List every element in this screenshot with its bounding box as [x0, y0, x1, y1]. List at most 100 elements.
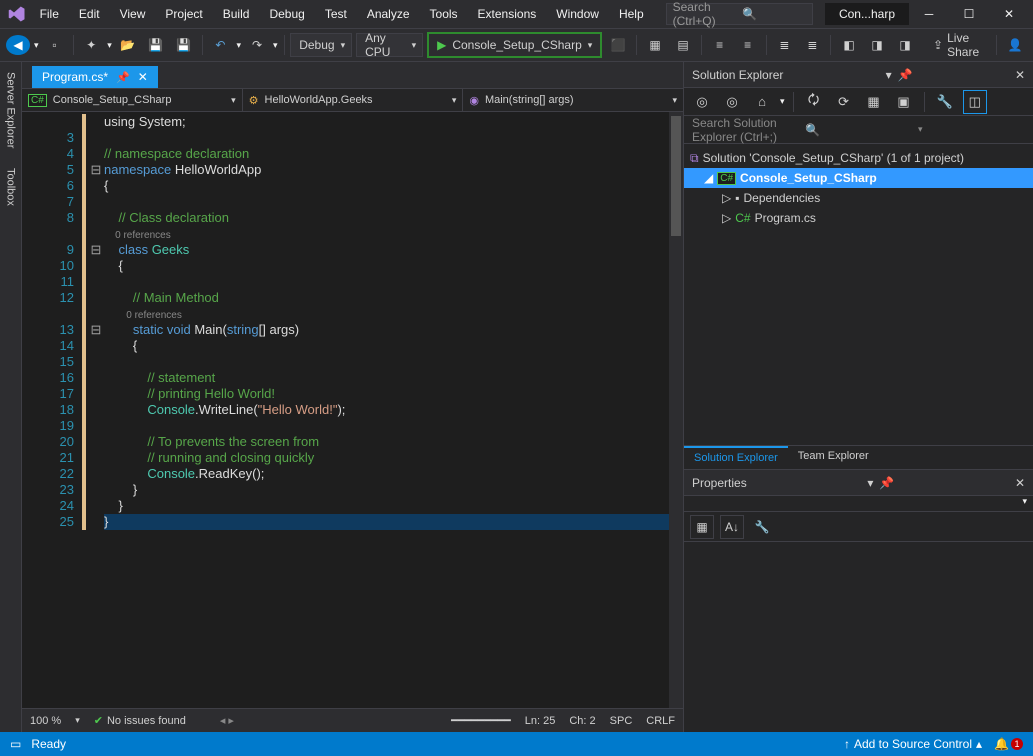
menu-debug[interactable]: Debug [259, 3, 314, 25]
status-icon: ▭ [10, 737, 21, 751]
menu-edit[interactable]: Edit [69, 3, 110, 25]
solution-explorer-tab[interactable]: Solution Explorer [684, 446, 788, 469]
feedback-icon[interactable]: 👤 [1003, 33, 1027, 57]
solution-node[interactable]: ⧉Solution 'Console_Setup_CSharp' (1 of 1… [684, 148, 1033, 168]
nav-project-dropdown[interactable]: C#Console_Setup_CSharp▾ [22, 89, 243, 111]
props-wrench-icon[interactable]: 🔧 [750, 515, 774, 539]
project-node[interactable]: ◢C#Console_Setup_CSharp [684, 168, 1033, 188]
close-panel-icon[interactable]: ✕ [1015, 476, 1025, 490]
dropdown-icon[interactable]: ▾ [886, 68, 892, 82]
expand-icon[interactable]: ◢ [704, 171, 713, 185]
properties-header: Properties ▾ 📌 ✕ [684, 470, 1033, 496]
comment-icon[interactable]: ≣ [772, 33, 796, 57]
next-bookmark-icon[interactable]: ◨ [893, 33, 917, 57]
se-fwd-icon[interactable]: ◎ [720, 90, 744, 114]
se-refresh-icon[interactable]: ⟳ [832, 90, 856, 114]
dropdown-icon[interactable]: ▾ [867, 476, 873, 490]
forward-button[interactable]: ▫ [43, 33, 67, 57]
solution-explorer-search[interactable]: Search Solution Explorer (Ctrl+;) 🔍▾ [684, 116, 1033, 144]
uncomment-icon[interactable]: ≣ [800, 33, 824, 57]
search-icon: 🔍 [805, 123, 912, 137]
undo-button[interactable]: ↶ [208, 33, 232, 57]
editor-scrollbar[interactable] [669, 112, 683, 708]
step-button[interactable]: ⬛ [606, 33, 630, 57]
menu-build[interactable]: Build [213, 3, 260, 25]
save-all-button[interactable]: 💾 [172, 33, 196, 57]
maximize-button[interactable]: ☐ [949, 0, 989, 28]
close-button[interactable]: ✕ [989, 0, 1029, 28]
nav-member-dropdown[interactable]: ◉Main(string[] args)▾ [463, 89, 683, 111]
menu-view[interactable]: View [110, 3, 156, 25]
tool-1-icon[interactable]: ▦ [643, 33, 667, 57]
expand-icon[interactable]: ▷ [722, 191, 731, 205]
share-icon: ⇪ [933, 38, 943, 52]
tool-2-icon[interactable]: ▤ [671, 33, 695, 57]
se-collapse-icon[interactable]: ▦ [862, 90, 886, 114]
vs-logo-icon [4, 0, 30, 28]
cs-file-icon: C# [735, 211, 750, 225]
document-tab[interactable]: Program.cs* 📌 ✕ [32, 66, 158, 88]
file-node[interactable]: ▷C#Program.cs [684, 208, 1033, 228]
code-editor[interactable]: 345678910111213141516171819202122232425 … [22, 112, 683, 708]
expand-icon[interactable]: ▷ [722, 211, 731, 225]
pin-icon[interactable]: 📌 [116, 71, 130, 84]
close-panel-icon[interactable]: ✕ [1015, 68, 1025, 82]
props-dropdown[interactable]: ▾ [1022, 496, 1027, 511]
menu-help[interactable]: Help [609, 3, 654, 25]
server-explorer-tab[interactable]: Server Explorer [3, 62, 19, 158]
se-show-all-icon[interactable]: ▣ [892, 90, 916, 114]
se-properties-icon[interactable]: 🔧 [933, 90, 957, 114]
indent-mode[interactable]: SPC [610, 715, 633, 727]
se-sync-icon[interactable]: 🗘 [802, 90, 826, 114]
alphabetical-icon[interactable]: A↓ [720, 515, 744, 539]
config-dropdown[interactable]: Debug▾ [290, 33, 352, 57]
start-debug-button[interactable]: ▶ Console_Setup_CSharp ▾ [427, 32, 602, 58]
close-tab-icon[interactable]: ✕ [138, 70, 148, 84]
editor-statusbar: 100 %▾ ✔No issues found ◂ ▸ ━━━━━━━━━ Ln… [22, 708, 683, 732]
menu-tools[interactable]: Tools [420, 3, 468, 25]
categorized-icon[interactable]: ▦ [690, 515, 714, 539]
prev-bookmark-icon[interactable]: ◨ [865, 33, 889, 57]
deps-icon: ▪ [735, 191, 739, 205]
source-control-button[interactable]: ↑ Add to Source Control ▴ [844, 737, 982, 751]
se-preview-icon[interactable]: ◫ [963, 90, 987, 114]
menu-analyze[interactable]: Analyze [357, 3, 420, 25]
platform-dropdown[interactable]: Any CPU▾ [356, 33, 423, 57]
pin-icon[interactable]: 📌 [879, 476, 894, 490]
new-project-button[interactable]: ✦ [79, 33, 103, 57]
notifications-button[interactable]: 🔔1 [994, 737, 1023, 751]
menu-extensions[interactable]: Extensions [468, 3, 547, 25]
menu-window[interactable]: Window [546, 3, 609, 25]
global-search-input[interactable]: Search (Ctrl+Q) 🔍 [666, 3, 813, 25]
solution-explorer-header: Solution Explorer ▾ 📌 ✕ [684, 62, 1033, 88]
play-icon: ▶ [437, 38, 446, 52]
indent-left-icon[interactable]: ≡ [708, 33, 732, 57]
open-button[interactable]: 📂 [116, 33, 140, 57]
menu-test[interactable]: Test [315, 3, 357, 25]
bookmark-icon[interactable]: ◧ [837, 33, 861, 57]
solution-title-tab[interactable]: Con...harp [825, 3, 909, 25]
solution-icon: ⧉ [690, 151, 699, 166]
eol-mode[interactable]: CRLF [646, 715, 675, 727]
back-button[interactable]: ◀ [6, 35, 30, 55]
indent-right-icon[interactable]: ≡ [736, 33, 760, 57]
pin-icon[interactable]: 📌 [898, 68, 913, 82]
csharp-icon: C# [717, 172, 736, 185]
line-indicator: Ln: 25 [525, 715, 556, 727]
menu-file[interactable]: File [30, 3, 69, 25]
menu-project[interactable]: Project [155, 3, 212, 25]
se-back-icon[interactable]: ◎ [690, 90, 714, 114]
zoom-level[interactable]: 100 % [30, 715, 61, 727]
save-button[interactable]: 💾 [144, 33, 168, 57]
nav-class-dropdown[interactable]: ⚙HelloWorldApp.Geeks▾ [243, 89, 464, 111]
minimize-button[interactable]: ─ [909, 0, 949, 28]
dependencies-node[interactable]: ▷▪Dependencies [684, 188, 1033, 208]
toolbox-tab[interactable]: Toolbox [3, 158, 19, 216]
live-share-button[interactable]: ⇪ Live Share [925, 33, 990, 57]
se-home-icon[interactable]: ⌂ [750, 90, 774, 114]
team-explorer-tab[interactable]: Team Explorer [788, 446, 879, 469]
redo-button[interactable]: ↷ [245, 33, 269, 57]
back-dropdown[interactable]: ▾ [34, 40, 39, 51]
issues-indicator[interactable]: ✔No issues found [94, 714, 186, 727]
solution-tree: ⧉Solution 'Console_Setup_CSharp' (1 of 1… [684, 144, 1033, 445]
